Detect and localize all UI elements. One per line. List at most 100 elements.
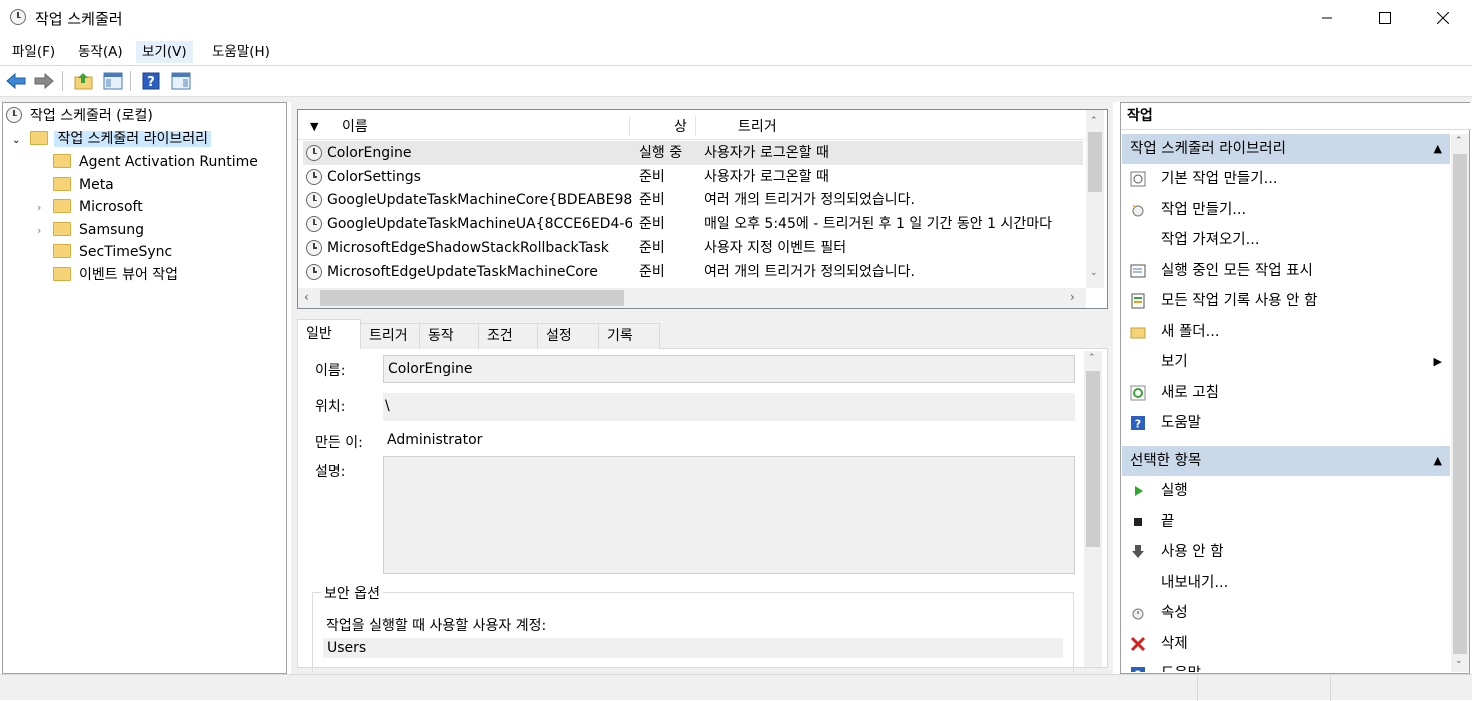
column-status[interactable]: 상 [674,114,687,140]
column-divider[interactable] [629,116,630,136]
task-row[interactable]: MicrosoftEdgeUpdateTaskMachineCore 준비 여러 개… [303,260,1083,284]
column-name[interactable]: 이름 [342,114,368,140]
tree-root[interactable]: 작업 스케줄러 (로컬) [6,105,153,127]
security-account-field[interactable]: Users [323,638,1063,658]
menu-file[interactable]: 파일(F) [6,41,61,63]
title-bar: 작업 스케줄러 [0,0,1472,36]
tree-folder-label: SecTimeSync [79,244,173,260]
action-item[interactable]: 실행 중인 모든 작업 표시 [1122,256,1450,286]
action-item[interactable]: 새 폴더... [1122,317,1450,347]
scroll-right-icon[interactable]: › [1070,290,1075,304]
action-item[interactable]: 속성 [1122,598,1450,628]
detail-vscroll-thumb[interactable] [1086,371,1100,547]
menu-help[interactable]: 도움말(H) [206,41,276,63]
action-item[interactable]: ? 도움말 [1122,408,1450,438]
section-library[interactable]: 작업 스케줄러 라이브러리 ▲ [1122,134,1450,164]
tab-actions[interactable]: 동작 [419,323,479,349]
action-item[interactable]: 실행 [1122,476,1450,506]
location-label: 위치: [315,399,346,415]
up-folder-button[interactable] [72,69,96,93]
tree-library[interactable]: ⌄ 작업 스케줄러 라이브러리 [12,128,212,152]
task-row[interactable]: MicrosoftEdgeShadowStackRollbackTask 준비 사용… [303,236,1083,260]
selected-actions: 실행끝사용 안 함내보내기... 속성삭제? 도움말 [1121,476,1451,672]
back-button[interactable] [4,69,28,93]
collapse-up-icon[interactable]: ▲ [1434,446,1442,476]
author-field[interactable]: Administrator [387,432,482,448]
sort-arrow-icon[interactable]: ▼ [310,114,318,140]
action-item[interactable]: 내보내기... [1122,568,1450,598]
chevron-down-icon[interactable]: ⌄ [12,130,26,152]
detail-vscroll[interactable]: ⌃ [1084,351,1102,667]
security-account-label: 작업을 실행할 때 사용할 사용자 계정: [326,618,547,634]
task-list-vscroll[interactable]: ⌃ ⌄ [1086,110,1104,288]
help-button[interactable]: ? [139,69,163,93]
tab-triggers[interactable]: 트리거 [360,323,420,349]
task-trigger: 매일 오후 5:45에 - 트리거된 후 1 일 기간 동안 1 시간마다 [704,216,1052,233]
folder-icon [1130,324,1146,340]
help-icon: ? [1130,415,1146,431]
column-trigger[interactable]: 트리거 [738,114,777,140]
menu-action[interactable]: 동작(A) [72,41,129,63]
tab-settings[interactable]: 설정 [537,323,599,349]
action-item[interactable]: ? 도움말 [1122,659,1450,672]
action-pane-vscroll-thumb[interactable] [1453,154,1467,654]
scroll-up-icon[interactable]: ⌃ [1455,136,1463,146]
close-button[interactable] [1414,0,1472,36]
menu-view[interactable]: 보기(V) [136,41,193,63]
scroll-up-icon[interactable]: ⌃ [1090,116,1098,126]
task-status: 준비 [639,263,665,280]
action-item-label: 보기 [1161,354,1188,370]
scroll-left-icon[interactable]: ‹ [304,290,309,304]
task-row[interactable]: GoogleUpdateTaskMachineCore{BDEABE98-...… [303,188,1083,212]
console-tree: 작업 스케줄러 (로컬) ⌄ 작업 스케줄러 라이브러리 Agent Activ… [2,102,287,674]
name-field[interactable]: ColorEngine [383,355,1075,383]
location-field[interactable]: \ [383,393,1075,421]
task-row[interactable]: ColorEngine 실행 중 사용자가 로그온할 때 [303,141,1083,165]
task-list-vscroll-thumb[interactable] [1088,132,1102,192]
action-item[interactable]: 끝 [1122,507,1450,537]
tree-folder-item[interactable]: Meta [37,174,114,196]
tab-conditions[interactable]: 조건 [478,323,538,349]
task-list-hscroll-thumb[interactable] [320,290,624,306]
action-item[interactable]: 보기 ▶ [1122,347,1450,377]
task-list-hscroll[interactable]: ‹ › [298,288,1086,308]
description-field[interactable] [383,456,1075,574]
blank-icon [1130,575,1146,591]
folder-icon [53,221,71,236]
action-item[interactable]: 새로 고침 [1122,378,1450,408]
action-item[interactable]: 모든 작업 기록 사용 안 함 [1122,286,1450,316]
action-item[interactable]: 작업 만들기... [1122,195,1450,225]
tab-general[interactable]: 일반 [297,319,361,350]
properties-icon [1130,605,1146,621]
action-item[interactable]: 작업 가져오기... [1122,225,1450,255]
chevron-right-icon[interactable]: › [37,220,53,242]
tree-folder-item[interactable]: › Microsoft [37,196,143,218]
scroll-up-icon[interactable]: ⌃ [1088,353,1096,363]
task-scheduler-icon [6,107,22,123]
scroll-down-icon[interactable]: ⌄ [1455,656,1463,666]
scroll-down-icon[interactable]: ⌄ [1090,268,1098,278]
tree-root-label: 작업 스케줄러 (로컬) [30,108,153,124]
collapse-up-icon[interactable]: ▲ [1434,134,1442,164]
forward-button[interactable] [32,69,56,93]
tree-folder-item[interactable]: › Samsung [37,219,144,241]
show-hide-action-pane-button[interactable] [169,69,193,93]
maximize-button[interactable] [1356,0,1414,36]
tree-folder-item[interactable]: SecTimeSync [37,241,172,263]
chevron-right-icon[interactable]: › [37,197,53,219]
task-row[interactable]: ColorSettings 준비 사용자가 로그온할 때 [303,165,1083,189]
task-row[interactable]: GoogleUpdateTaskMachineUA{8CCE6ED4-68...… [303,212,1083,236]
section-library-label: 작업 스케줄러 라이브러리 [1130,141,1286,157]
action-item[interactable]: 기본 작업 만들기... [1122,164,1450,194]
tree-folder-item[interactable]: 이벤트 뷰어 작업 [37,264,178,286]
column-divider[interactable] [695,116,696,136]
tree-folder-item[interactable]: Agent Activation Runtime [37,151,258,173]
section-selected[interactable]: 선택한 항목 ▲ [1122,446,1450,476]
action-item-label: 새 폴더... [1161,323,1220,340]
tab-history[interactable]: 기록 [598,323,660,349]
show-hide-tree-button[interactable] [101,69,125,93]
action-item[interactable]: 삭제 [1122,629,1450,659]
action-pane-vscroll[interactable]: ⌃ ⌄ [1451,134,1469,672]
action-item[interactable]: 사용 안 함 [1122,537,1450,567]
minimize-button[interactable] [1298,0,1356,36]
